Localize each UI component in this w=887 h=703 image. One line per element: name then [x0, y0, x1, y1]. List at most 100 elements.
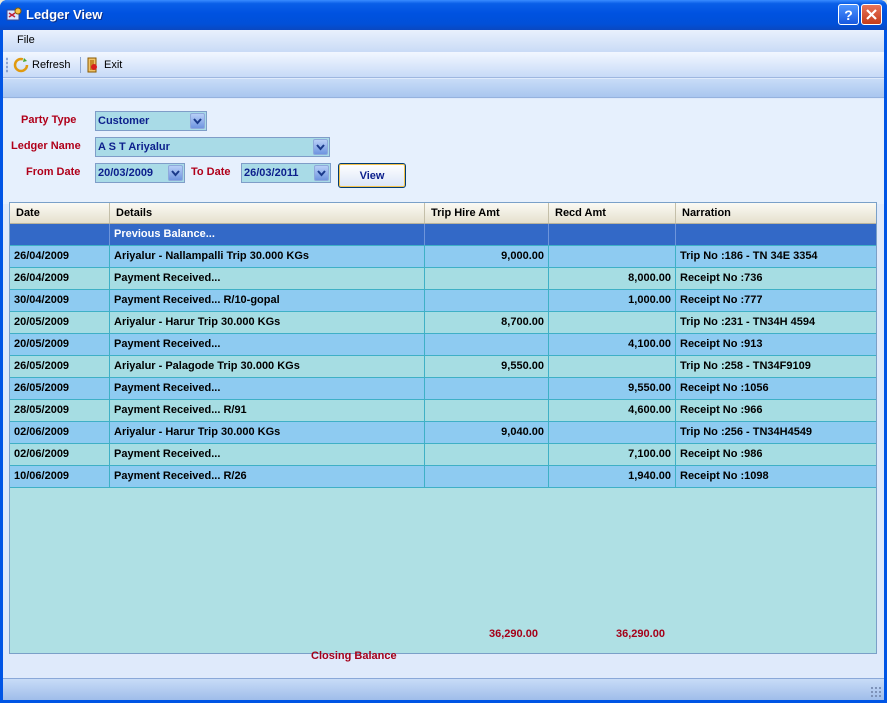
recd-amt-cell[interactable] — [549, 246, 676, 267]
dropdown-button[interactable] — [168, 165, 183, 181]
date-cell[interactable]: 26/05/2009 — [10, 378, 110, 399]
table-row[interactable]: 28/05/2009 Payment Received... R/91 4,600.… — [10, 400, 876, 422]
narration-cell[interactable]: Trip No :231 - TN34H 4594 — [676, 312, 876, 333]
narration-cell[interactable]: Receipt No :913 — [676, 334, 876, 355]
date-cell[interactable]: 02/06/2009 — [10, 444, 110, 465]
recd-amt-cell[interactable] — [549, 312, 676, 333]
column-header-details[interactable]: Details — [110, 203, 425, 223]
trip-hire-amt-cell[interactable] — [425, 334, 549, 355]
recd-amt-cell[interactable] — [549, 224, 676, 245]
column-header-trip-hire-amt[interactable]: Trip Hire Amt — [425, 203, 549, 223]
trip-hire-amt-cell[interactable]: 9,550.00 — [425, 356, 549, 377]
details-cell[interactable]: Payment Received... — [110, 334, 425, 355]
ledger-name-label: Ledger Name — [11, 140, 81, 152]
table-row[interactable]: 26/05/2009 Ariyalur - Palagode Trip 30.00… — [10, 356, 876, 378]
to-date-picker[interactable]: 26/03/2011 — [241, 163, 331, 183]
view-button[interactable]: View — [338, 163, 406, 188]
date-cell[interactable]: 28/05/2009 — [10, 400, 110, 421]
chevron-down-icon — [316, 143, 325, 151]
trip-hire-amt-cell[interactable] — [425, 400, 549, 421]
details-cell[interactable]: Payment Received... R/10-gopal — [110, 290, 425, 311]
recd-amt-cell[interactable]: 8,000.00 — [549, 268, 676, 289]
details-cell[interactable]: Payment Received... — [110, 268, 425, 289]
details-cell[interactable]: Payment Received... — [110, 378, 425, 399]
refresh-button[interactable]: Refresh — [13, 56, 71, 74]
dropdown-button[interactable] — [190, 113, 205, 129]
menu-file[interactable]: File — [17, 34, 35, 46]
chevron-down-icon — [317, 169, 326, 177]
recd-amt-cell[interactable]: 7,100.00 — [549, 444, 676, 465]
details-cell[interactable]: Ariyalur - Harur Trip 30.000 KGs — [110, 312, 425, 333]
narration-cell[interactable]: Trip No :258 - TN34F9109 — [676, 356, 876, 377]
trip-hire-amt-cell[interactable]: 8,700.00 — [425, 312, 549, 333]
title-bar[interactable]: Ledger View ? — [0, 0, 887, 30]
date-cell[interactable] — [10, 224, 110, 245]
dropdown-button[interactable] — [313, 139, 328, 155]
date-cell[interactable]: 10/06/2009 — [10, 466, 110, 487]
narration-cell[interactable]: Receipt No :1056 — [676, 378, 876, 399]
recd-amt-cell[interactable] — [549, 356, 676, 377]
ledger-grid[interactable]: Date Details Trip Hire Amt Recd Amt Narr… — [9, 202, 877, 654]
resize-grip-icon[interactable] — [870, 686, 882, 698]
date-cell[interactable]: 30/04/2009 — [10, 290, 110, 311]
date-cell[interactable]: 20/05/2009 — [10, 334, 110, 355]
party-type-value: Customer — [98, 115, 150, 127]
table-row[interactable]: 02/06/2009 Payment Received... 7,100.00 Rec… — [10, 444, 876, 466]
narration-cell[interactable]: Receipt No :736 — [676, 268, 876, 289]
column-header-recd-amt[interactable]: Recd Amt — [549, 203, 676, 223]
recd-amt-cell[interactable]: 1,000.00 — [549, 290, 676, 311]
recd-amt-cell[interactable]: 4,100.00 — [549, 334, 676, 355]
table-row[interactable]: 26/04/2009 Payment Received... 8,000.00 Rec… — [10, 268, 876, 290]
dropdown-button[interactable] — [314, 165, 329, 181]
grid-header: Date Details Trip Hire Amt Recd Amt Narr… — [10, 203, 876, 224]
narration-cell[interactable]: Receipt No :966 — [676, 400, 876, 421]
narration-cell[interactable]: Trip No :256 - TN34H4549 — [676, 422, 876, 443]
trip-hire-amt-cell[interactable] — [425, 290, 549, 311]
ledger-name-select[interactable]: A S T Ariyalur — [95, 137, 330, 157]
table-row[interactable]: 30/04/2009 Payment Received... R/10-gopal… — [10, 290, 876, 312]
details-cell[interactable]: Payment Received... — [110, 444, 425, 465]
table-row[interactable]: 20/05/2009 Payment Received... 4,100.00 Rec… — [10, 334, 876, 356]
table-row[interactable]: 10/06/2009 Payment Received... R/26 1,940.… — [10, 466, 876, 488]
narration-cell[interactable] — [676, 224, 876, 245]
trip-hire-amt-cell[interactable] — [425, 378, 549, 399]
exit-button[interactable]: Exit — [85, 56, 122, 74]
recd-amt-cell[interactable] — [549, 422, 676, 443]
recd-amt-cell[interactable]: 4,600.00 — [549, 400, 676, 421]
from-date-picker[interactable]: 20/03/2009 — [95, 163, 185, 183]
narration-cell[interactable]: Trip No :186 - TN 34E 3354 — [676, 246, 876, 267]
table-row[interactable]: 20/05/2009 Ariyalur - Harur Trip 30.000 K… — [10, 312, 876, 334]
recd-amt-cell[interactable]: 9,550.00 — [549, 378, 676, 399]
details-cell[interactable]: Ariyalur - Nallampalli Trip 30.000 KGs — [110, 246, 425, 267]
narration-cell[interactable]: Receipt No :1098 — [676, 466, 876, 487]
date-cell[interactable]: 26/04/2009 — [10, 246, 110, 267]
toolbar-grip[interactable] — [6, 57, 8, 73]
details-cell[interactable]: Payment Received... R/26 — [110, 466, 425, 487]
details-cell[interactable]: Previous Balance... — [110, 224, 425, 245]
table-row[interactable]: 26/05/2009 Payment Received... 9,550.00 Rec… — [10, 378, 876, 400]
details-cell[interactable]: Ariyalur - Harur Trip 30.000 KGs — [110, 422, 425, 443]
trip-hire-amt-cell[interactable] — [425, 268, 549, 289]
column-header-narration[interactable]: Narration — [676, 203, 876, 223]
date-cell[interactable]: 02/06/2009 — [10, 422, 110, 443]
table-row[interactable]: 26/04/2009 Ariyalur - Nallampalli Trip 30… — [10, 246, 876, 268]
column-header-date[interactable]: Date — [10, 203, 110, 223]
party-type-select[interactable]: Customer — [95, 111, 207, 131]
recd-amt-cell[interactable]: 1,940.00 — [549, 466, 676, 487]
narration-cell[interactable]: Receipt No :777 — [676, 290, 876, 311]
date-cell[interactable]: 26/05/2009 — [10, 356, 110, 377]
details-cell[interactable]: Ariyalur - Palagode Trip 30.000 KGs — [110, 356, 425, 377]
narration-cell[interactable]: Receipt No :986 — [676, 444, 876, 465]
trip-hire-amt-cell[interactable]: 9,040.00 — [425, 422, 549, 443]
table-row[interactable]: 02/06/2009 Ariyalur - Harur Trip 30.000 K… — [10, 422, 876, 444]
trip-hire-amt-cell[interactable] — [425, 224, 549, 245]
trip-hire-amt-cell[interactable] — [425, 466, 549, 487]
close-button[interactable] — [861, 4, 882, 25]
details-cell[interactable]: Payment Received... R/91 — [110, 400, 425, 421]
trip-hire-amt-cell[interactable]: 9,000.00 — [425, 246, 549, 267]
help-button[interactable]: ? — [838, 4, 859, 25]
date-cell[interactable]: 20/05/2009 — [10, 312, 110, 333]
table-row[interactable]: Previous Balance... — [10, 224, 876, 246]
trip-hire-amt-cell[interactable] — [425, 444, 549, 465]
date-cell[interactable]: 26/04/2009 — [10, 268, 110, 289]
